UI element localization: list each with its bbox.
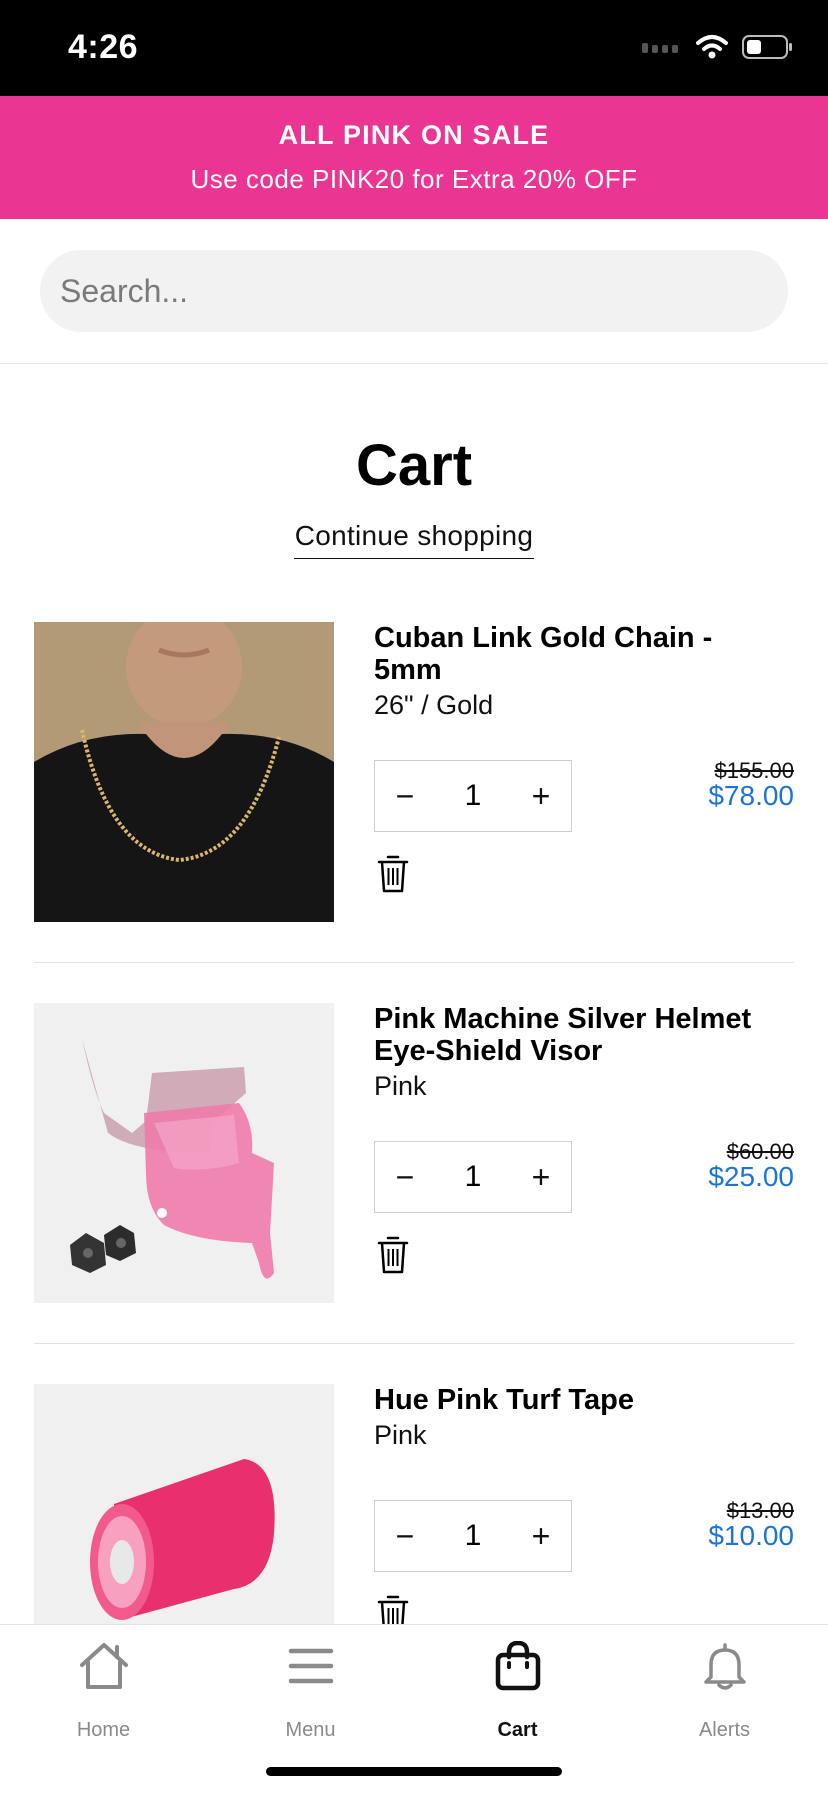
home-icon (80, 1643, 128, 1689)
bell-icon (704, 1643, 746, 1690)
tab-home[interactable]: Home (0, 1641, 207, 1751)
increase-quantity-button[interactable]: + (511, 1142, 571, 1212)
home-indicator[interactable] (266, 1767, 562, 1776)
trash-icon[interactable] (376, 854, 410, 894)
sale-price: $78.00 (708, 780, 794, 811)
battery-icon (742, 34, 794, 65)
promo-subtitle: Use code PINK20 for Extra 20% OFF (190, 164, 638, 194)
status-icons (642, 34, 794, 64)
item-variant: Pink (374, 1071, 427, 1101)
tab-alerts[interactable]: Alerts (621, 1641, 828, 1751)
quantity-value[interactable]: 1 (465, 779, 482, 813)
tab-label: Home (76, 1719, 131, 1741)
quantity-stepper: − 1 + (374, 1141, 572, 1213)
wifi-icon (696, 34, 728, 65)
bag-icon (495, 1641, 541, 1691)
quantity-value[interactable]: 1 (465, 1160, 482, 1194)
item-title[interactable]: Hue Pink Turf Tape (374, 1384, 784, 1416)
page-title: Cart (355, 433, 473, 498)
tab-cart[interactable]: Cart (414, 1641, 621, 1751)
item-title[interactable]: Pink Machine Silver Helmet Eye-Shield Vi… (374, 1003, 784, 1067)
item-variant: Pink (374, 1420, 427, 1450)
cart-item: Hue Pink Turf Tape Pink − 1 + $13.00 $10… (34, 1384, 794, 1624)
quantity-stepper: − 1 + (374, 760, 572, 832)
sale-price: $25.00 (708, 1161, 794, 1192)
product-image-visor[interactable] (34, 1003, 334, 1303)
tab-label: Menu (285, 1719, 336, 1741)
promo-banner[interactable]: ALL PINK ON SALE Use code PINK20 for Ext… (0, 96, 828, 219)
cellular-signal-icon (642, 40, 682, 59)
tab-label: Cart (497, 1719, 538, 1741)
divider (34, 962, 794, 963)
status-bar: 4:26 (0, 0, 828, 96)
item-variant: 26" / Gold (374, 690, 494, 720)
decrease-quantity-button[interactable]: − (375, 761, 435, 831)
menu-icon (288, 1648, 334, 1684)
tab-menu[interactable]: Menu (207, 1641, 414, 1751)
sale-price: $10.00 (708, 1520, 794, 1551)
promo-title: ALL PINK ON SALE (278, 120, 550, 150)
bottom-tab-bar: Home Menu Cart Alerts (0, 1624, 828, 1793)
cart-item: Cuban Link Gold Chain - 5mm 26" / Gold −… (34, 622, 794, 922)
cart-item: Pink Machine Silver Helmet Eye-Shield Vi… (34, 1003, 794, 1303)
product-image-gold-chain[interactable] (34, 622, 334, 922)
increase-quantity-button[interactable]: + (511, 1501, 571, 1571)
tab-label: Alerts (698, 1719, 751, 1741)
quantity-stepper: − 1 + (374, 1500, 572, 1572)
product-image-turf-tape[interactable] (34, 1384, 334, 1624)
trash-icon[interactable] (376, 1594, 410, 1624)
status-time: 4:26 (68, 28, 139, 66)
search-input[interactable] (40, 250, 788, 332)
item-title[interactable]: Cuban Link Gold Chain - 5mm (374, 622, 784, 686)
decrease-quantity-button[interactable]: − (375, 1142, 435, 1212)
continue-shopping-link[interactable]: Continue shopping (294, 520, 534, 559)
divider (34, 1343, 794, 1344)
decrease-quantity-button[interactable]: − (375, 1501, 435, 1571)
search-bar (0, 219, 828, 364)
increase-quantity-button[interactable]: + (511, 761, 571, 831)
quantity-value[interactable]: 1 (465, 1519, 482, 1553)
trash-icon[interactable] (376, 1235, 410, 1275)
